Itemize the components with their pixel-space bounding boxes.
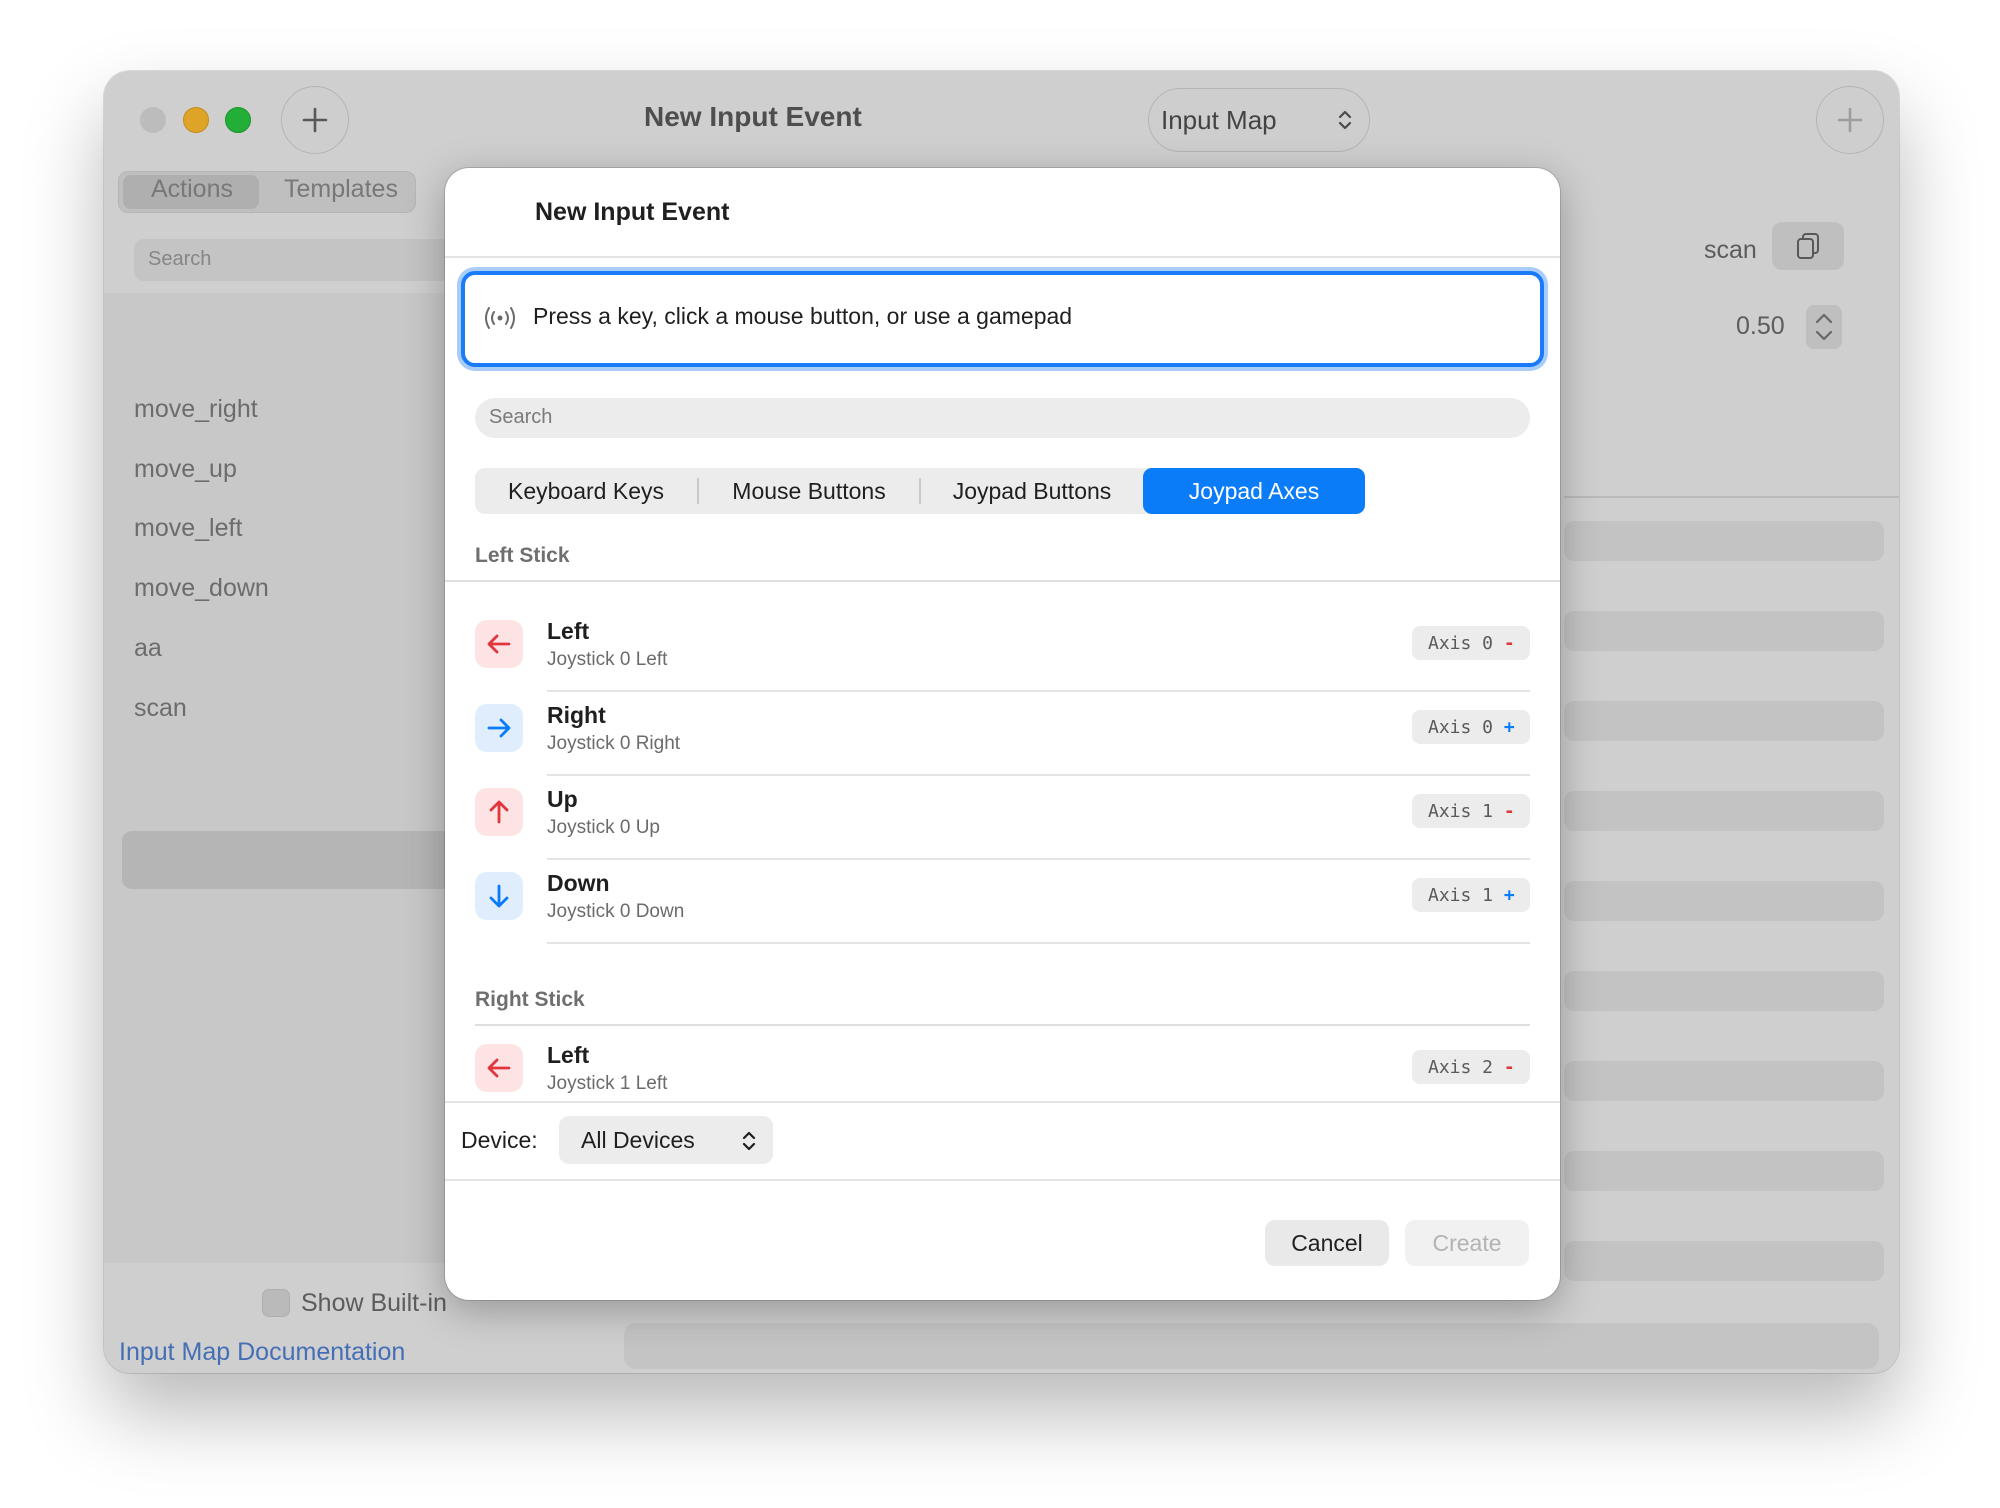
sheet-title: New Input Event (535, 198, 730, 226)
axis-badge: Axis 0 - (1412, 626, 1530, 660)
cancel-button[interactable]: Cancel (1265, 1220, 1389, 1266)
axis-label: Axis 0 (1428, 633, 1504, 654)
tab-mouse-buttons[interactable]: Mouse Buttons (699, 468, 919, 514)
arrow-left-icon (475, 620, 523, 668)
new-input-event-sheet: New Input Event Press a key, click a mou… (445, 168, 1560, 1300)
broadcast-icon (485, 307, 515, 329)
row-title: Right (547, 702, 606, 728)
section-divider (445, 580, 1560, 582)
row-divider (547, 942, 1530, 944)
axis-sign: - (1503, 801, 1515, 822)
row-subtitle: Joystick 0 Up (547, 817, 660, 838)
row-subtitle: Joystick 0 Down (547, 901, 685, 922)
row-subtitle: Joystick 1 Left (547, 1073, 668, 1094)
section-label-left-stick: Left Stick (475, 544, 570, 567)
axis-badge: Axis 2 - (1412, 1050, 1530, 1084)
axis-badge: Axis 1 - (1412, 794, 1530, 828)
tab-joypad-axes[interactable]: Joypad Axes (1143, 468, 1365, 514)
axis-sign: - (1503, 633, 1515, 654)
row-title: Down (547, 870, 610, 896)
axis-row-down[interactable]: Down Joystick 0 Down Axis 1 + (475, 860, 1530, 944)
device-bar: Device: All Devices (445, 1101, 1560, 1181)
axis-label: Axis 1 (1428, 801, 1504, 822)
section-divider (475, 1024, 1530, 1026)
axis-row-up[interactable]: Up Joystick 0 Up Axis 1 - (475, 776, 1530, 860)
axis-label: Axis 0 (1428, 717, 1504, 738)
arrow-up-icon (475, 788, 523, 836)
axis-row-left[interactable]: Left Joystick 0 Left Axis 0 - (475, 608, 1530, 692)
listen-prompt: Press a key, click a mouse button, or us… (533, 303, 1073, 329)
axis-badge: Axis 0 + (1412, 710, 1530, 744)
axis-sign: + (1503, 717, 1515, 738)
sheet-header-divider (445, 256, 1560, 258)
row-subtitle: Joystick 0 Right (547, 733, 681, 754)
device-popup[interactable]: All Devices (559, 1116, 773, 1164)
axis-label: Axis 2 (1428, 1057, 1504, 1078)
device-popup-value: All Devices (581, 1127, 695, 1153)
tab-joypad-buttons[interactable]: Joypad Buttons (921, 468, 1143, 514)
row-title: Left (547, 1042, 590, 1068)
axis-row-right[interactable]: Right Joystick 0 Right Axis 0 + (475, 692, 1530, 776)
create-button[interactable]: Create (1405, 1220, 1529, 1266)
input-listen-field[interactable]: Press a key, click a mouse button, or us… (461, 271, 1544, 367)
section-label-right-stick: Right Stick (475, 988, 585, 1011)
axis-label: Axis 1 (1428, 885, 1504, 906)
arrow-down-icon (475, 872, 523, 920)
device-label: Device: (461, 1127, 538, 1153)
row-title: Up (547, 786, 578, 812)
row-title: Left (547, 618, 590, 644)
row-subtitle: Joystick 0 Left (547, 649, 668, 670)
axis-sign: - (1503, 1057, 1515, 1078)
event-search-input[interactable]: Search (475, 398, 1530, 438)
tab-keyboard-keys[interactable]: Keyboard Keys (475, 468, 697, 514)
axis-badge: Axis 1 + (1412, 878, 1530, 912)
arrow-right-icon (475, 704, 523, 752)
chevron-updown-icon (742, 1131, 756, 1151)
category-segmented-control: Keyboard Keys Mouse Buttons Joypad Butto… (475, 468, 1365, 514)
screenshot-stage: New Input Event Input Map Actions Templa… (0, 0, 2000, 1508)
axis-sign: + (1503, 885, 1515, 906)
arrow-left-icon (475, 1044, 523, 1092)
